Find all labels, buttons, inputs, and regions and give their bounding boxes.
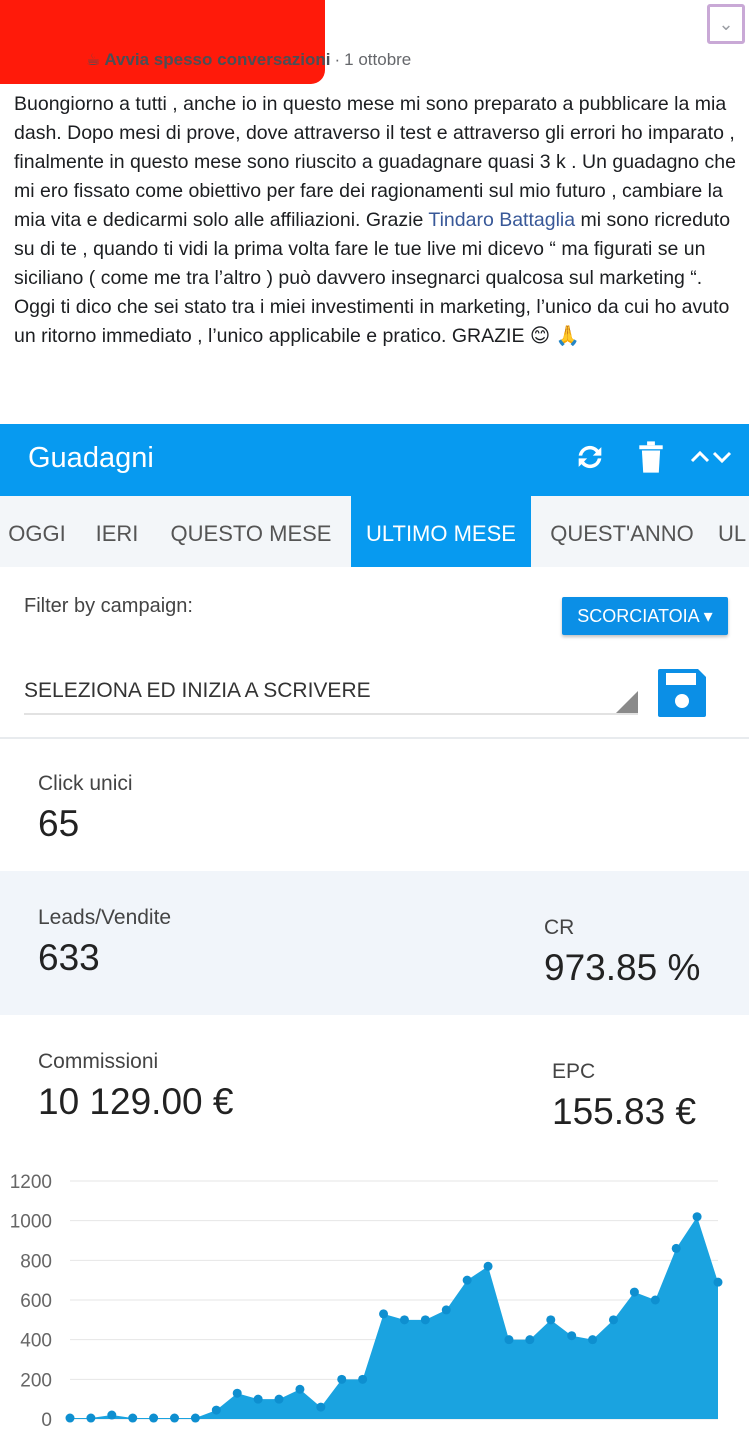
data-point[interactable] <box>504 1335 514 1345</box>
data-point[interactable] <box>567 1331 577 1341</box>
y-tick-label: 600 <box>20 1291 52 1312</box>
data-point[interactable] <box>128 1413 138 1423</box>
data-point[interactable] <box>274 1394 284 1404</box>
clicks-label: Click unici <box>38 772 133 795</box>
data-point[interactable] <box>86 1413 96 1423</box>
post-text: Buongiorno a tutti , anche io in questo … <box>14 90 739 351</box>
app-bar: Guadagni <box>0 424 749 496</box>
data-point[interactable] <box>337 1374 347 1384</box>
emoji-reaction: 😊 🙏 <box>529 325 580 347</box>
leads-label: Leads/Vendite <box>38 906 172 929</box>
post-date[interactable]: 1 ottobre <box>344 50 411 70</box>
data-point[interactable] <box>462 1275 472 1285</box>
filter-label: Filter by campaign: <box>24 595 193 617</box>
epc-label: EPC <box>552 1060 596 1083</box>
data-point[interactable] <box>232 1388 242 1398</box>
series-area <box>70 1216 718 1419</box>
y-tick-label: 400 <box>20 1331 52 1352</box>
epc-value: 155.83 € <box>552 1091 697 1132</box>
stat-row-commissions: Commissioni 10 129.00 € EPC 155.83 € <box>0 1015 749 1164</box>
data-point[interactable] <box>420 1315 430 1325</box>
y-tick-label: 800 <box>20 1251 52 1272</box>
tab-ultimo-mese[interactable]: ULTIMO MESE <box>351 496 531 567</box>
data-point[interactable] <box>525 1335 535 1345</box>
shortcut-dropdown-button[interactable]: SCORCIATOIA ▾ <box>562 597 728 635</box>
data-point[interactable] <box>546 1315 556 1325</box>
tab-ul[interactable]: UL <box>718 496 749 567</box>
campaign-search-input[interactable]: SELEZIONA ED INIZIA A SCRIVERE <box>24 669 638 715</box>
data-point[interactable] <box>483 1261 493 1271</box>
chevron-up-down-icon[interactable] <box>686 437 736 477</box>
data-point[interactable] <box>316 1402 326 1412</box>
cr-label: CR <box>544 916 575 939</box>
post-meta: ☕ Avvia spesso conversazioni · 1 ottobre <box>86 50 411 70</box>
earnings-chart-svg: 0 200 400 600 800 1000 1200 <box>10 1172 723 1431</box>
user-mention[interactable]: Tindaro Battaglia <box>428 209 575 231</box>
stat-row-clicks: Click unici 65 <box>0 739 749 871</box>
y-tick-label: 1200 <box>10 1172 52 1193</box>
tab-oggi[interactable]: OGGI <box>0 496 74 567</box>
data-point[interactable] <box>65 1413 75 1423</box>
clicks-value: 65 <box>38 803 80 844</box>
data-point[interactable] <box>358 1374 368 1384</box>
stat-row-leads: Leads/Vendite 633 CR 973.85 % <box>0 871 749 1015</box>
tab-questo-mese[interactable]: QUESTO MESE <box>160 496 342 567</box>
post-menu-button[interactable]: ⌄ <box>707 4 745 44</box>
data-point[interactable] <box>629 1287 639 1297</box>
meta-separator: · <box>334 50 341 69</box>
data-point[interactable] <box>295 1384 305 1394</box>
commissions-value: 10 129.00 € <box>38 1081 234 1122</box>
data-point[interactable] <box>399 1315 409 1325</box>
dropdown-corner-icon[interactable] <box>616 691 638 713</box>
refresh-icon[interactable] <box>570 437 610 477</box>
trash-icon[interactable] <box>634 437 668 477</box>
group-badge[interactable]: Avvia spesso conversazioni <box>104 50 330 70</box>
data-point[interactable] <box>107 1410 117 1420</box>
redacted-author-area <box>0 0 325 84</box>
y-tick-label: 1000 <box>10 1212 52 1233</box>
earnings-chart: 0 200 400 600 800 1000 1200 <box>0 1164 749 1440</box>
data-point[interactable] <box>671 1243 681 1253</box>
dashboard-screenshot: Guadagni OGGI IERI QUESTO MESE ULTIMO ME… <box>0 424 749 1440</box>
data-point[interactable] <box>650 1295 660 1305</box>
data-point[interactable] <box>608 1315 618 1325</box>
data-point[interactable] <box>379 1309 389 1319</box>
app-title: Guadagni <box>28 442 154 474</box>
data-point[interactable] <box>713 1277 723 1287</box>
tab-questanno[interactable]: QUEST'ANNO <box>540 496 704 567</box>
data-point[interactable] <box>149 1413 159 1423</box>
period-tabs: OGGI IERI QUESTO MESE ULTIMO MESE QUEST'… <box>0 496 749 567</box>
data-point[interactable] <box>441 1305 451 1315</box>
data-point[interactable] <box>588 1335 598 1345</box>
chevron-down-icon: ⌄ <box>718 13 734 34</box>
floppy-disk-icon[interactable] <box>656 667 708 719</box>
data-point[interactable] <box>692 1212 702 1222</box>
campaign-filter: Filter by campaign: SCORCIATOIA ▾ SELEZI… <box>0 567 749 739</box>
data-point[interactable] <box>190 1413 200 1423</box>
y-tick-label: 200 <box>20 1370 52 1391</box>
data-point[interactable] <box>211 1405 221 1415</box>
leads-value: 633 <box>38 937 100 978</box>
commissions-label: Commissioni <box>38 1050 159 1073</box>
cr-value: 973.85 % <box>544 947 701 988</box>
data-point[interactable] <box>170 1413 180 1423</box>
coffee-cup-icon: ☕ <box>86 52 101 69</box>
tab-ieri[interactable]: IERI <box>84 496 150 567</box>
y-tick-label: 0 <box>41 1410 52 1431</box>
data-point[interactable] <box>253 1394 263 1404</box>
